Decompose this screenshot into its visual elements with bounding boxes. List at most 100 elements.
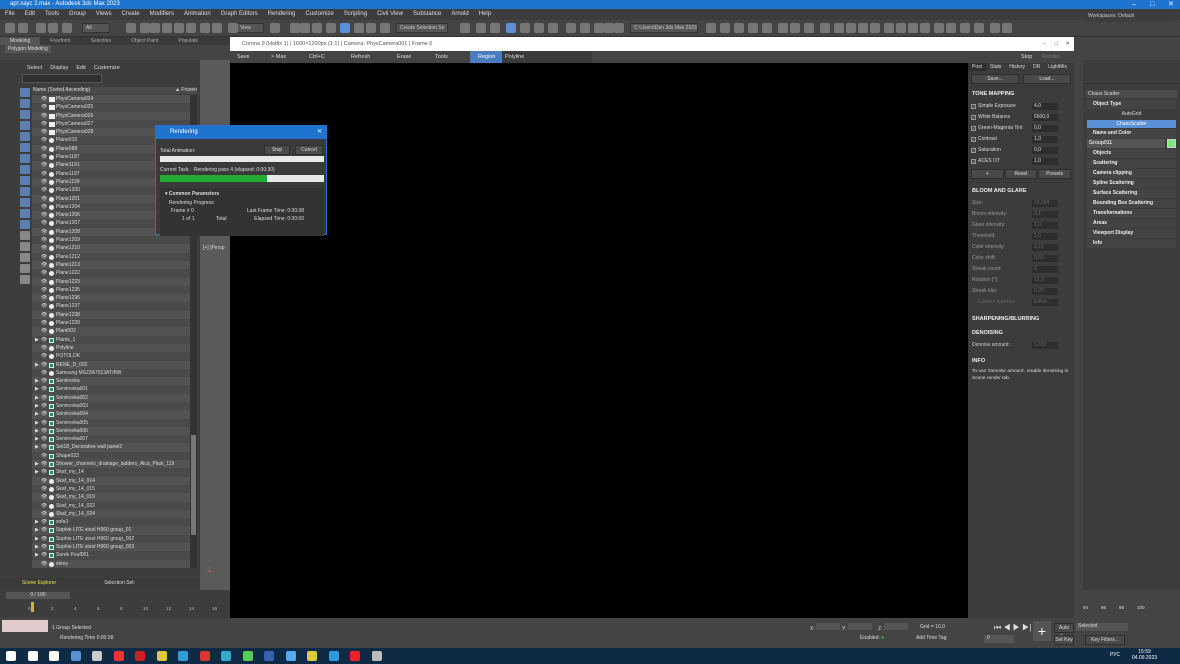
scene-object-row[interactable]: 👁︎ Plane1236 — [32, 294, 190, 303]
param-value-input[interactable]: 1,0 — [1032, 222, 1058, 229]
post-tab-post[interactable]: Post — [968, 63, 987, 71]
toolbar-tool-icon[interactable] — [834, 23, 844, 33]
custom-aperture-checkbox[interactable]: Custom aperture — [978, 299, 1015, 305]
toolbar-tool-icon[interactable] — [790, 23, 800, 33]
denoising-header[interactable]: DENOISING — [968, 326, 1074, 340]
toolbar-tool-icon[interactable] — [580, 23, 590, 33]
vfb-tool-max[interactable]: > Max — [268, 51, 289, 63]
visibility-eye-icon[interactable]: 👁︎ — [41, 518, 47, 526]
explorer-search-input[interactable] — [22, 74, 102, 83]
scene-object-row[interactable]: ▶ 👁︎ Shower_channels_drainage_ladders_Alca… — [32, 460, 190, 469]
autogrid-checkbox[interactable]: AutoGrid — [1083, 110, 1180, 119]
visibility-eye-icon[interactable]: 👁︎ — [41, 294, 47, 302]
menu-views[interactable]: Views — [91, 9, 117, 20]
rollout-info[interactable]: Info — [1087, 239, 1176, 248]
toolbar-tool-icon[interactable] — [548, 23, 558, 33]
scene-object-row[interactable]: 👁︎ POTOLOK — [32, 352, 190, 361]
visibility-eye-icon[interactable]: 👁︎ — [41, 195, 47, 203]
taskbar-app-icon[interactable] — [242, 651, 253, 661]
toolbar-tool-icon[interactable] — [506, 23, 516, 33]
expand-arrow-icon[interactable]: ▶ — [35, 518, 39, 526]
filter-icon[interactable] — [20, 253, 30, 262]
visibility-eye-icon[interactable]: 👁︎ — [41, 551, 47, 559]
param-value-input[interactable]: 4,0 — [1032, 103, 1058, 110]
filter-icon[interactable] — [20, 220, 30, 229]
coord-y[interactable]: Y: — [842, 623, 872, 632]
explorer-menu-display[interactable]: Display — [50, 65, 68, 71]
visibility-eye-icon[interactable]: 👁︎ — [41, 460, 47, 468]
toolbar-tool-icon[interactable] — [5, 23, 15, 33]
visibility-eye-icon[interactable]: 👁︎ — [41, 526, 47, 534]
filter-icon[interactable] — [20, 143, 30, 152]
filter-icon[interactable] — [20, 275, 30, 284]
menu-customize[interactable]: Customize — [300, 9, 338, 20]
clock[interactable]: 15:59 04.09.2023 — [1132, 649, 1157, 661]
toolbar-tool-icon[interactable] — [706, 23, 716, 33]
rollout-transformations[interactable]: Transformations — [1087, 209, 1176, 218]
explorer-column-header[interactable]: Name (Sorted Ascending) ▲ Frozen — [32, 87, 197, 94]
rollout-spline-scattering[interactable]: Spline Scattering — [1087, 179, 1176, 188]
visibility-eye-icon[interactable]: 👁︎ — [41, 203, 47, 211]
checkbox[interactable]: ✓ — [971, 159, 976, 164]
toolbar-tool-icon[interactable] — [300, 23, 310, 33]
scene-object-row[interactable]: ▶ 👁︎ Servirovka002 — [32, 393, 190, 402]
visibility-eye-icon[interactable]: 👁︎ — [41, 510, 47, 518]
time-tag-enabled[interactable]: Enabled: ● — [860, 635, 884, 641]
visibility-eye-icon[interactable]: 👁︎ — [41, 369, 47, 377]
post-tab-history[interactable]: History — [1005, 63, 1029, 71]
toolbar-tool-icon[interactable] — [150, 23, 160, 33]
param-value-input[interactable]: 0,0 — [1032, 125, 1058, 132]
toolbar-tool-icon[interactable] — [534, 23, 544, 33]
filter-icon[interactable] — [20, 242, 30, 251]
visibility-eye-icon[interactable]: 👁︎ — [41, 278, 47, 286]
toolbar-tool-icon[interactable] — [990, 23, 1000, 33]
rollout-viewport-display[interactable]: Viewport Display — [1087, 229, 1176, 238]
taskbar-app-icon[interactable] — [199, 651, 210, 661]
scene-object-row[interactable]: 👁︎ Plane1239 — [32, 319, 190, 328]
toolbar-tool-icon[interactable] — [48, 23, 58, 33]
checkbox[interactable]: ✓ — [971, 137, 976, 142]
visibility-eye-icon[interactable]: 👁︎ — [41, 344, 47, 352]
menu-file[interactable]: File — [0, 9, 20, 20]
visibility-eye-icon[interactable]: 👁︎ — [41, 394, 47, 402]
close-button[interactable]: ✕ — [1168, 0, 1174, 9]
scene-object-row[interactable]: ▶ 👁︎ Skaf_my_14 — [32, 468, 190, 477]
toolbar-tool-icon[interactable] — [1002, 23, 1012, 33]
visibility-eye-icon[interactable]: 👁︎ — [41, 261, 47, 269]
taskbar-app-icon[interactable] — [371, 651, 382, 661]
taskbar-app-icon[interactable] — [135, 651, 145, 661]
visibility-eye-icon[interactable]: 👁︎ — [41, 385, 47, 393]
frozen-column-header[interactable]: ▲ Frozen — [175, 87, 197, 94]
toolbar-tool-icon[interactable] — [186, 23, 196, 33]
param-value-input[interactable]: 3 — [1032, 266, 1058, 273]
taskbar-app-icon[interactable] — [92, 651, 102, 661]
vfb-tool-ctrlc[interactable]: Ctrl+C — [306, 51, 328, 63]
scene-object-row[interactable]: 👁︎ Plane1212 — [32, 252, 190, 261]
taskbar-app-icon[interactable] — [350, 651, 360, 661]
toolbar-tool-icon[interactable] — [908, 23, 918, 33]
visibility-eye-icon[interactable]: 👁︎ — [41, 477, 47, 485]
expand-arrow-icon[interactable]: ▶ — [35, 385, 39, 393]
menu-civil-view[interactable]: Civil View — [372, 9, 408, 20]
toolbar-tool-icon[interactable] — [18, 23, 28, 33]
key-selection-dropdown[interactable]: Selected — [1076, 623, 1128, 631]
visibility-eye-icon[interactable]: 👁︎ — [41, 452, 47, 460]
checkbox[interactable]: ✓ — [971, 104, 976, 109]
scene-object-row[interactable]: ▶ 👁︎ Sorok Pouf001 — [32, 551, 190, 560]
rollout-camera-clipping[interactable]: Camera clipping — [1087, 169, 1176, 178]
explorer-menu-select[interactable]: Select — [27, 65, 42, 71]
expand-arrow-icon[interactable]: ▶ — [35, 460, 39, 468]
maxscript-listener[interactable] — [2, 620, 48, 632]
visibility-eye-icon[interactable]: 👁︎ — [41, 327, 47, 335]
toolbar-tool-icon[interactable] — [960, 23, 970, 33]
scene-object-row[interactable]: ▶ 👁︎ Sophie LITE stool H960 group_01 — [32, 526, 190, 535]
scene-object-row[interactable]: ▶ 👁︎ sofa3 — [32, 518, 190, 527]
menu-animation[interactable]: Animation — [179, 9, 216, 20]
visibility-eye-icon[interactable]: 👁︎ — [41, 493, 47, 501]
visibility-eye-icon[interactable]: 👁︎ — [41, 485, 47, 493]
toolbar-tool-icon[interactable] — [174, 23, 184, 33]
rollout-surface-scattering[interactable]: Surface Scattering — [1087, 189, 1176, 198]
toolbar-tool-icon[interactable] — [720, 23, 730, 33]
object-type-rollout[interactable]: Object Type — [1087, 100, 1176, 109]
toolbar-tool-icon[interactable] — [460, 23, 470, 33]
